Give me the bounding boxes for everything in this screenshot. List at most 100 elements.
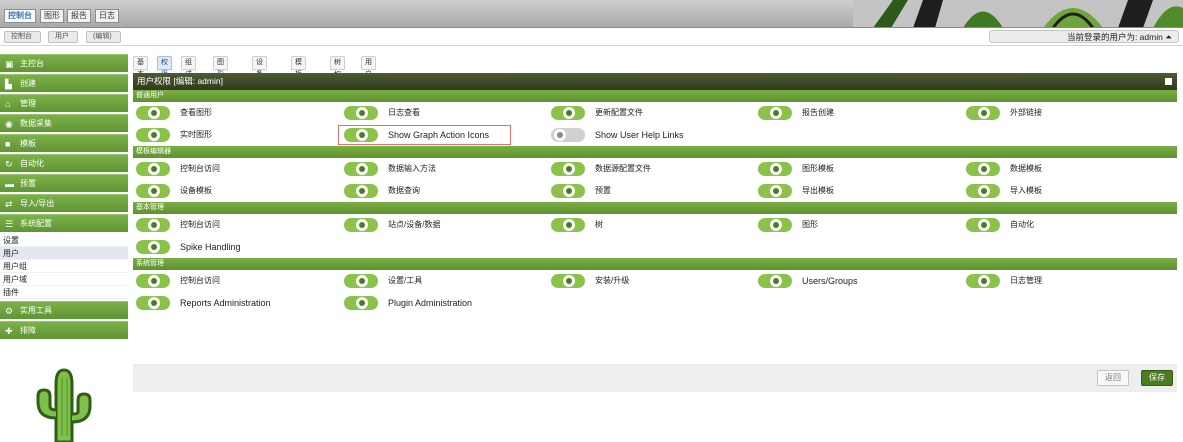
permission-toggle[interactable] [758, 184, 792, 198]
permission-label: 设置/工具 [388, 276, 423, 285]
permission-toggle[interactable] [966, 184, 1000, 198]
permission-label: 树 [595, 220, 603, 229]
permission-toggle[interactable] [758, 218, 792, 232]
permission-toggle[interactable] [758, 162, 792, 176]
permission-toggle[interactable] [551, 162, 585, 176]
user-info[interactable]: 当前登录的用户为: admin ⏶ [989, 30, 1179, 43]
permission-toggle[interactable] [551, 184, 585, 198]
sidebar-item-create[interactable]: ▙ 创建 [0, 74, 128, 92]
permission-toggle[interactable] [966, 218, 1000, 232]
permission-toggle[interactable] [966, 106, 1000, 120]
permission-label: Plugin Administration [388, 298, 473, 308]
sidebar-subitem-user-groups[interactable]: 用户组 [0, 260, 128, 273]
tab-permissions[interactable]: 权限 [157, 56, 172, 78]
permission-toggle[interactable] [551, 106, 585, 120]
tab-device-permissions[interactable]: 设备权限 [252, 56, 267, 102]
permission-label: 日志管理 [1010, 276, 1042, 285]
permission-label: 预置 [595, 186, 611, 195]
permission-toggle[interactable] [758, 106, 792, 120]
toggle-knob [978, 107, 990, 119]
permission-row: 控制台访问 设置/工具 安装/升级 Users/Groups 日志管理 [133, 270, 1177, 292]
permission-toggle[interactable] [344, 218, 378, 232]
sidebar-item-presets[interactable]: ▬ 预置 [0, 174, 128, 192]
troubleshoot-icon: ✚ [5, 326, 13, 336]
permission-toggle[interactable] [136, 106, 170, 120]
permission-label: 外部链接 [1010, 108, 1042, 117]
save-button[interactable]: 保存 [1141, 370, 1173, 386]
tab-group-membership[interactable]: 组成员 [181, 56, 196, 90]
sidebar-subitem-user-domains[interactable]: 用户域 [0, 273, 128, 286]
permission-toggle[interactable] [344, 128, 378, 142]
tab-tree-permissions[interactable]: 树权限 [330, 56, 345, 90]
permissions-panel: 用户权限 [编辑: admin] 普通用户 查看图形 日志查看 更新配置文件 报… [133, 73, 1177, 393]
toggle-knob [770, 163, 782, 175]
permission-toggle[interactable] [136, 296, 170, 310]
permission-toggle[interactable] [551, 218, 585, 232]
permission-toggle[interactable] [344, 162, 378, 176]
sidebar-item-management[interactable]: ⌂ 管理 [0, 94, 128, 112]
permission-toggle[interactable] [136, 184, 170, 198]
sidebar-item-configuration[interactable]: ☰ 系统配置 [0, 214, 128, 232]
permission-toggle[interactable] [344, 274, 378, 288]
cactus-logo [36, 368, 92, 442]
permission-row: 控制台访问 站点/设备/数据 树 图形 自动化 [133, 214, 1177, 236]
toggle-knob [563, 219, 575, 231]
breadcrumb-edit: (编辑) [86, 31, 121, 43]
sidebar-item-console[interactable]: ▣ 主控台 [0, 54, 128, 72]
permission-toggle[interactable] [344, 184, 378, 198]
permission-toggle[interactable] [136, 162, 170, 176]
tab-graph-permissions[interactable]: 图形权限 [213, 56, 228, 102]
permission-label: 站点/设备/数据 [388, 220, 441, 229]
permission-toggle[interactable] [344, 106, 378, 120]
tools-icon: ⚙ [5, 306, 14, 316]
toggle-knob [770, 219, 782, 231]
database-icon: ◉ [5, 119, 13, 129]
sidebar-item-utilities[interactable]: ⚙ 实用工具 [0, 301, 128, 319]
permission-toggle[interactable] [136, 240, 170, 254]
return-button[interactable]: 返回 [1097, 370, 1129, 386]
breadcrumb-users[interactable]: 用户 [48, 31, 78, 43]
collapse-icon[interactable] [1165, 78, 1172, 85]
permission-toggle[interactable] [966, 162, 1000, 176]
tab-basic[interactable]: 基本 [133, 56, 148, 78]
toggle-knob [148, 129, 160, 141]
top-tab-graphs[interactable]: 图形 [40, 9, 64, 23]
permission-label: 实时图形 [180, 130, 212, 139]
toggle-knob [148, 185, 160, 197]
permission-toggle[interactable] [758, 274, 792, 288]
cactus-banner-image [853, 0, 1183, 27]
permission-toggle[interactable] [136, 274, 170, 288]
chart-icon: ▙ [5, 79, 12, 89]
toggle-knob [148, 297, 160, 309]
top-tab-console[interactable]: 控制台 [4, 9, 36, 23]
section-title-basic-admin: 基本管理 [133, 202, 1177, 214]
sidebar-subitem-users[interactable]: 用户 [0, 247, 128, 260]
sidebar-item-templates[interactable]: ■ 模板 [0, 134, 128, 152]
permission-label: 控制台访问 [180, 164, 220, 173]
permission-toggle[interactable] [551, 274, 585, 288]
permission-label: 自动化 [1010, 220, 1034, 229]
sidebar-item-automation[interactable]: ↻ 自动化 [0, 154, 128, 172]
sidebar-item-label: 自动化 [20, 159, 44, 168]
permission-toggle[interactable] [136, 128, 170, 142]
permission-toggle[interactable] [551, 128, 585, 142]
permission-toggle[interactable] [966, 274, 1000, 288]
permission-label: 查看图形 [180, 108, 212, 117]
tab-user-settings[interactable]: 用户设置 [361, 56, 376, 102]
breadcrumb-console[interactable]: 控制台 [4, 31, 41, 43]
permission-row: 查看图形 日志查看 更新配置文件 报告创建 外部链接 [133, 102, 1177, 124]
template-icon: ■ [5, 139, 11, 149]
toggle-knob [356, 163, 368, 175]
top-tab-reports[interactable]: 报告 [67, 9, 91, 23]
top-tab-logs[interactable]: 日志 [95, 9, 119, 23]
permission-toggle[interactable] [344, 296, 378, 310]
toggle-knob [356, 185, 368, 197]
sidebar-subitem-settings[interactable]: 设置 [0, 234, 128, 247]
sidebar-item-import-export[interactable]: ⇄ 导入/导出 [0, 194, 128, 212]
form-footer: 返回 保存 [133, 364, 1177, 392]
permission-toggle[interactable] [136, 218, 170, 232]
sidebar-item-data-collection[interactable]: ◉ 数据采集 [0, 114, 128, 132]
sidebar-subitem-plugins[interactable]: 插件 [0, 286, 128, 299]
tab-template-permissions[interactable]: 模板权限 [291, 56, 306, 102]
sidebar-item-troubleshooting[interactable]: ✚ 排障 [0, 321, 128, 339]
